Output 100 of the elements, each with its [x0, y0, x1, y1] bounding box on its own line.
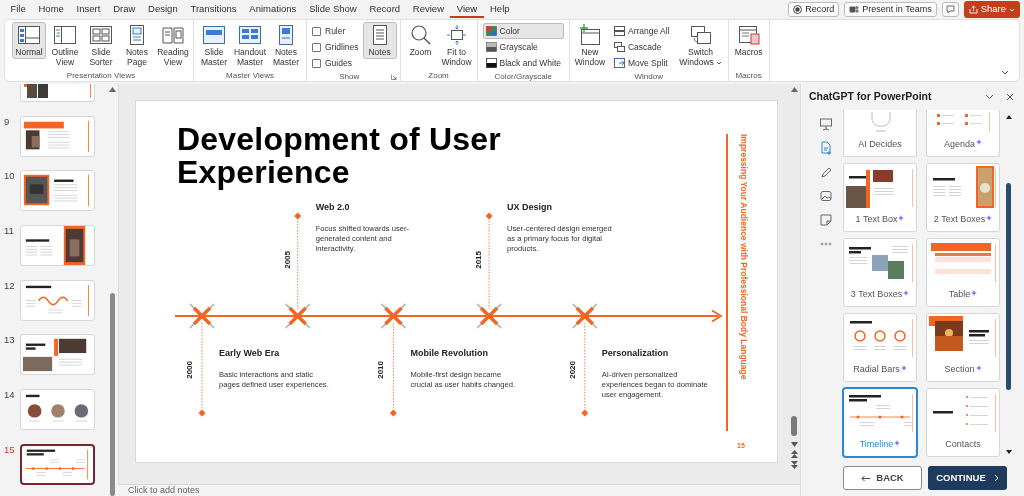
collapse-icon[interactable]: [1001, 70, 1009, 75]
scroll-down-icon[interactable]: [791, 442, 798, 447]
event-title: Personalization: [601, 348, 669, 359]
image-icon[interactable]: [819, 189, 833, 203]
slide-preview: [846, 391, 914, 434]
ribbon-button[interactable]: Notes: [362, 22, 397, 59]
record-button[interactable]: Record: [788, 2, 840, 17]
menu-tab[interactable]: Help: [483, 1, 516, 18]
ribbon-button[interactable]: Grayscale: [482, 39, 564, 55]
event-title: Web 2.0: [315, 202, 350, 213]
layout-card[interactable]: Agenda: [926, 110, 1000, 157]
slide-number: 14: [4, 389, 16, 401]
ribbon-button[interactable]: Outline View: [48, 22, 82, 69]
next-slide-icon[interactable]: [791, 461, 798, 469]
layout-card[interactable]: Contacts: [926, 388, 1000, 457]
outline-icon: [53, 24, 77, 46]
group-label: Macros: [734, 69, 763, 81]
menu-tab[interactable]: Animations: [242, 1, 303, 18]
slide-thumbnail[interactable]: [20, 443, 95, 485]
layout-card[interactable]: 3 Text Boxes: [843, 238, 917, 307]
ribbon-button[interactable]: Slide Master: [197, 22, 231, 69]
scrollbar-thumb[interactable]: [791, 416, 797, 436]
menu-tab[interactable]: Review: [406, 1, 451, 18]
ribbon-button[interactable]: Normal: [12, 22, 46, 59]
ribbon-button[interactable]: Reading View: [156, 22, 190, 69]
ribbon-button[interactable]: Black and White: [482, 55, 564, 71]
checkbox[interactable]: [312, 42, 321, 52]
layout-card[interactable]: Timeline: [843, 388, 917, 457]
close-icon[interactable]: [1006, 93, 1014, 101]
menu-tab[interactable]: Record: [363, 1, 407, 18]
ribbon-button[interactable]: Fit to Window: [439, 22, 474, 69]
ribbon-button[interactable]: Macros: [731, 22, 766, 59]
menu-tab[interactable]: Design: [141, 1, 185, 18]
book-icon: [161, 24, 185, 46]
document-add-icon[interactable]: [819, 141, 833, 155]
split-icon: [613, 58, 625, 68]
scrollbar-thumb[interactable]: [1006, 183, 1011, 390]
new-window-icon: [577, 24, 602, 46]
scrollbar-thumb[interactable]: [110, 293, 115, 496]
scroll-up-icon[interactable]: [1006, 115, 1012, 119]
ribbon-button[interactable]: New Window: [572, 22, 607, 69]
ribbon-button[interactable]: Slide Sorter: [84, 22, 118, 69]
ribbon-button[interactable]: Notes Master: [269, 22, 303, 69]
previous-slide-icon[interactable]: [791, 450, 798, 458]
checkbox-label[interactable]: Gridlines: [325, 40, 359, 54]
share-button[interactable]: Share: [963, 1, 1020, 18]
menu-tab[interactable]: File: [4, 1, 33, 18]
slide-preview: [929, 316, 997, 359]
layout-card[interactable]: 1 Text Box: [843, 163, 917, 232]
menu-tab[interactable]: Home: [32, 1, 71, 18]
event-title: Mobile Revolution: [410, 348, 488, 359]
slide-number: 15: [4, 443, 16, 455]
launcher-icon[interactable]: [390, 73, 397, 80]
menu-tab[interactable]: Transitions: [184, 1, 243, 18]
layout-card[interactable]: Table: [926, 238, 1000, 307]
layout-card[interactable]: 2 Text Boxes: [926, 163, 1000, 232]
present-button[interactable]: Present in Teams: [844, 2, 937, 17]
ribbon-button[interactable]: Arrange All: [610, 23, 673, 39]
diamond-marker: [294, 212, 302, 220]
ribbon-button[interactable]: Color: [482, 23, 564, 39]
checkbox[interactable]: [312, 58, 321, 68]
ribbon-button[interactable]: Handout Master: [233, 22, 267, 69]
scroll-down-icon[interactable]: [1006, 450, 1012, 454]
diamond-marker: [485, 212, 493, 220]
ribbon-button[interactable]: Switch Windows: [676, 22, 725, 69]
continue-button[interactable]: CONTINUE: [928, 466, 1007, 490]
cross-marker: [189, 303, 215, 329]
group-label: Show: [338, 71, 361, 82]
slide-preview: [929, 241, 997, 284]
cross-marker: [380, 303, 407, 329]
record-icon: [793, 5, 803, 14]
grid-icon: [89, 24, 113, 46]
year-label: 2015: [474, 251, 485, 269]
slide-number: 10: [4, 170, 16, 182]
notes-field[interactable]: Click to add notes: [128, 485, 200, 496]
arrow-left-icon: [861, 474, 871, 482]
checkbox-label[interactable]: Ruler: [325, 24, 346, 38]
layout-card[interactable]: AI Decides: [843, 110, 917, 157]
ribbon-button[interactable]: Zoom: [403, 22, 438, 59]
back-button[interactable]: BACK: [843, 466, 922, 490]
menu-tab[interactable]: Draw: [106, 1, 142, 18]
checkbox-label[interactable]: Guides: [325, 56, 352, 70]
layout-card[interactable]: Radial Bars: [843, 313, 917, 382]
ribbon-button[interactable]: Move Split: [610, 55, 673, 71]
comment-button[interactable]: [941, 2, 959, 17]
note-icon[interactable]: [819, 213, 833, 227]
pencil-icon[interactable]: [819, 165, 833, 179]
slideshow-icon[interactable]: [819, 117, 833, 131]
year-label: 2005: [282, 251, 293, 269]
menu-tab[interactable]: Slide Show: [302, 1, 364, 18]
slide-number: 9: [4, 115, 11, 127]
chevron-down-icon[interactable]: [985, 94, 994, 100]
ribbon-button[interactable]: Cascade: [610, 39, 673, 55]
menu-tab[interactable]: Insert: [70, 1, 107, 18]
year-label: 2020: [567, 361, 578, 379]
slide-number: 12: [4, 279, 16, 291]
checkbox[interactable]: [312, 26, 321, 36]
slide-title: Development of User Experience: [177, 123, 502, 189]
layout-card[interactable]: Section: [926, 313, 1000, 382]
ribbon-button[interactable]: Notes Page: [120, 22, 154, 69]
